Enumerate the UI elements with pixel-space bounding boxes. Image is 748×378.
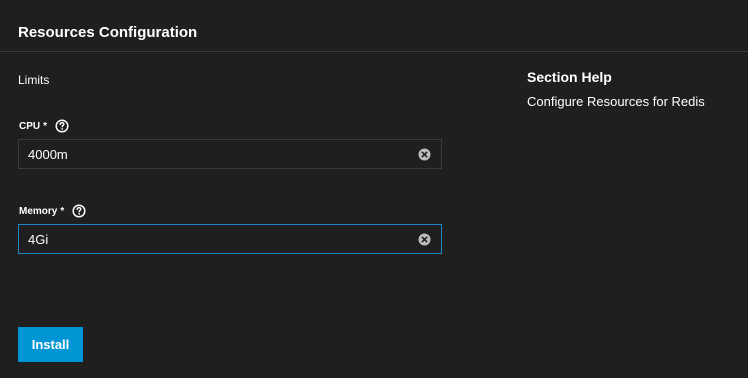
- memory-clear-icon[interactable]: [418, 233, 431, 246]
- cpu-input[interactable]: [19, 140, 418, 168]
- limits-group-label: Limits: [18, 73, 50, 87]
- section-help-text: Configure Resources for Redis: [527, 94, 705, 109]
- cpu-label-text: CPU: [19, 120, 41, 132]
- memory-input[interactable]: [19, 225, 418, 253]
- memory-required-mark: *: [60, 205, 65, 217]
- memory-field-label: Memory *: [19, 204, 86, 218]
- resources-config-page: Resources Configuration Limits CPU * Mem…: [0, 0, 748, 378]
- cpu-help-icon[interactable]: [55, 119, 69, 133]
- section-help-title: Section Help: [527, 69, 612, 85]
- memory-label-text: Memory: [19, 205, 58, 217]
- cpu-required-mark: *: [43, 120, 48, 132]
- section-divider: [0, 51, 748, 52]
- cpu-input-wrapper: [18, 139, 442, 169]
- cpu-clear-icon[interactable]: [418, 148, 431, 161]
- memory-help-icon[interactable]: [72, 204, 86, 218]
- install-button[interactable]: Install: [18, 327, 83, 362]
- section-title: Resources Configuration: [18, 24, 198, 41]
- cpu-field-label: CPU *: [19, 119, 69, 133]
- memory-input-wrapper: [18, 224, 442, 254]
